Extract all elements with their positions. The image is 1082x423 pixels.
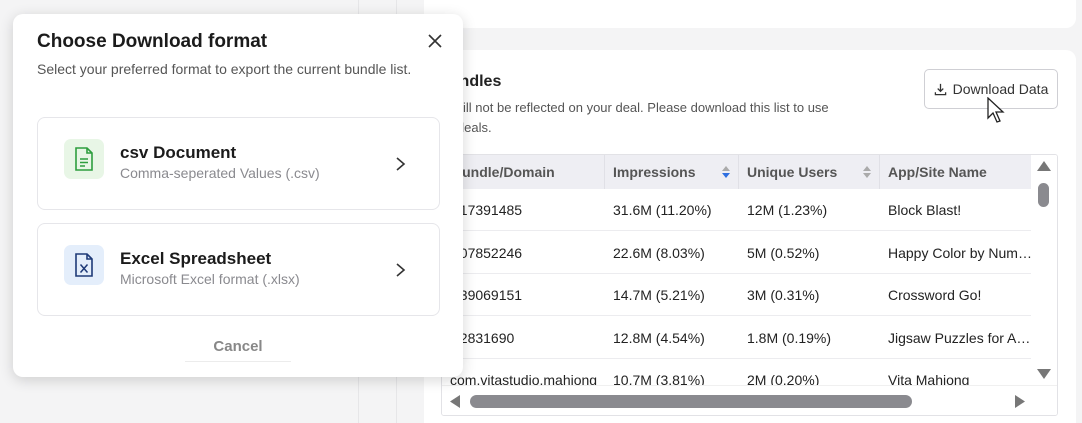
table-row: 407852246 22.6M (8.03%) 5M (0.52%) Happy… <box>442 232 1032 274</box>
dialog-title: Choose Download format <box>37 31 268 52</box>
table-row: 739069151 14.7M (5.21%) 3M (0.31%) Cross… <box>442 274 1032 316</box>
top-card <box>424 0 1076 28</box>
sort-icon[interactable] <box>722 166 730 178</box>
horizontal-scroll-thumb[interactable] <box>470 395 912 408</box>
column-header-unique-users[interactable]: Unique Users <box>739 155 880 189</box>
cancel-button[interactable]: Cancel <box>185 332 291 362</box>
download-icon <box>934 83 946 95</box>
column-header-app-name[interactable]: App/Site Name <box>880 155 1032 189</box>
table-header: Bundle/Domain Impressions Unique Users A… <box>442 155 1032 189</box>
scroll-up-arrow-icon[interactable] <box>1037 161 1051 171</box>
card-description: s list will not be reflected on your dea… <box>424 100 829 135</box>
dialog-subtitle: Select your preferred format to export t… <box>37 61 412 77</box>
excel-option[interactable]: Excel Spreadsheet Microsoft Excel format… <box>37 223 440 316</box>
vertical-scroll-thumb[interactable] <box>1038 183 1049 207</box>
close-dialog-button[interactable] <box>425 31 445 51</box>
chevron-right-icon <box>396 157 406 171</box>
download-format-dialog: Choose Download format Select your prefe… <box>13 14 463 377</box>
csv-option[interactable]: csv Document Comma-seperated Values (.cs… <box>37 117 440 210</box>
excel-option-title: Excel Spreadsheet <box>120 249 272 268</box>
vertical-scrollbar[interactable] <box>1031 155 1057 385</box>
excel-file-icon <box>64 245 104 285</box>
download-data-label: Download Data <box>952 81 1049 97</box>
scroll-left-arrow-icon[interactable] <box>450 395 460 408</box>
csv-option-title: csv Document <box>120 143 237 162</box>
sort-icon[interactable] <box>863 166 871 178</box>
column-header-impressions[interactable]: Impressions <box>605 155 739 189</box>
chevron-right-icon <box>396 263 406 277</box>
excel-option-description: Microsoft Excel format (.xlsx) <box>120 271 300 287</box>
bundles-table: Bundle/Domain Impressions Unique Users A… <box>441 154 1058 416</box>
close-icon <box>428 34 442 48</box>
table-row: 42831690 12.8M (4.54%) 1.8M (0.19%) Jigs… <box>442 317 1032 359</box>
column-header-bundle[interactable]: Bundle/Domain <box>442 155 605 189</box>
scroll-right-arrow-icon[interactable] <box>1015 395 1025 408</box>
csv-option-description: Comma-seperated Values (.csv) <box>120 165 320 181</box>
horizontal-scrollbar[interactable] <box>442 385 1057 415</box>
scroll-down-arrow-icon[interactable] <box>1037 369 1051 379</box>
table-row: 517391485 31.6M (11.20%) 12M (1.23%) Blo… <box>442 189 1032 231</box>
bundles-card: p Bundles s list will not be reflected o… <box>424 50 1076 423</box>
mouse-cursor-icon <box>987 97 1005 123</box>
csv-file-icon <box>64 139 104 179</box>
